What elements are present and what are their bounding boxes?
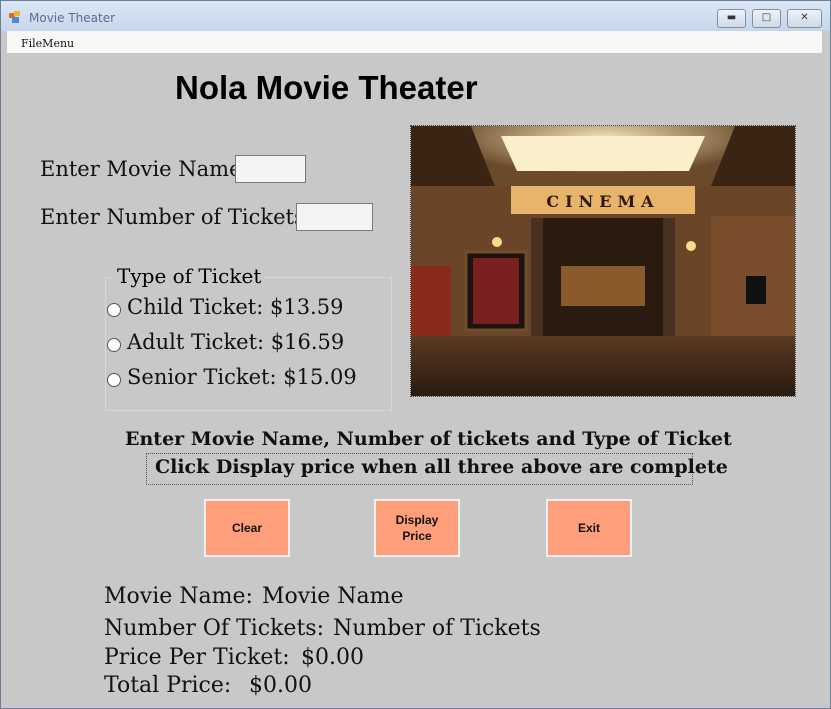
close-icon: ✕ [800,12,809,23]
output-movie-name-label: Movie Name: [104,584,253,609]
adult-ticket-radio[interactable] [107,338,121,352]
senior-ticket-label[interactable]: Senior Ticket: $15.09 [127,365,357,389]
output-total-label: Total Price: [104,673,232,698]
title-bar: Movie Theater ▬ □ ✕ [1,1,830,31]
app-window: Movie Theater ▬ □ ✕ FileMenu Nola Movie … [0,0,831,709]
instruction-line-1: Enter Movie Name, Number of tickets and … [125,428,732,450]
menu-bar: FileMenu [7,31,822,53]
file-menu[interactable]: FileMenu [21,37,74,50]
cinema-photo-image: CINEMA [411,126,795,396]
close-button[interactable]: ✕ [787,9,822,28]
display-price-button[interactable]: Display Price [374,499,460,557]
maximize-icon: □ [761,12,772,23]
adult-ticket-label[interactable]: Adult Ticket: $16.59 [127,330,344,354]
child-ticket-label[interactable]: Child Ticket: $13.59 [127,295,343,319]
senior-ticket-radio[interactable] [107,373,121,387]
output-price-value: $0.00 [301,645,364,670]
page-title: Nola Movie Theater [175,69,478,106]
cinema-photo: CINEMA [410,125,796,397]
tickets-label: Enter Number of Tickets: [40,205,312,229]
form-client-area: Nola Movie Theater Enter Movie Name Ente… [7,53,822,708]
output-tickets-label: Number Of Tickets: [104,616,324,641]
movie-name-label: Enter Movie Name [40,157,242,181]
minimize-button[interactable]: ▬ [717,9,746,28]
instruction-line-2: Click Display price when all three above… [155,456,728,478]
app-icon [9,11,20,23]
output-total-value: $0.00 [249,673,312,698]
clear-button[interactable]: Clear [204,499,290,557]
cinema-sign-text: CINEMA [546,192,659,211]
output-tickets-value: Number of Tickets [333,616,541,641]
window-title: Movie Theater [29,11,116,25]
movie-name-input[interactable] [235,155,306,183]
maximize-button[interactable]: □ [752,9,781,28]
child-ticket-radio[interactable] [107,303,121,317]
exit-button[interactable]: Exit [546,499,632,557]
output-movie-name-value: Movie Name [262,584,404,609]
tickets-input[interactable] [296,203,373,231]
ticket-type-title: Type of Ticket [114,264,265,288]
output-price-label: Price Per Ticket: [104,645,290,670]
minimize-icon: ▬ [726,12,737,23]
